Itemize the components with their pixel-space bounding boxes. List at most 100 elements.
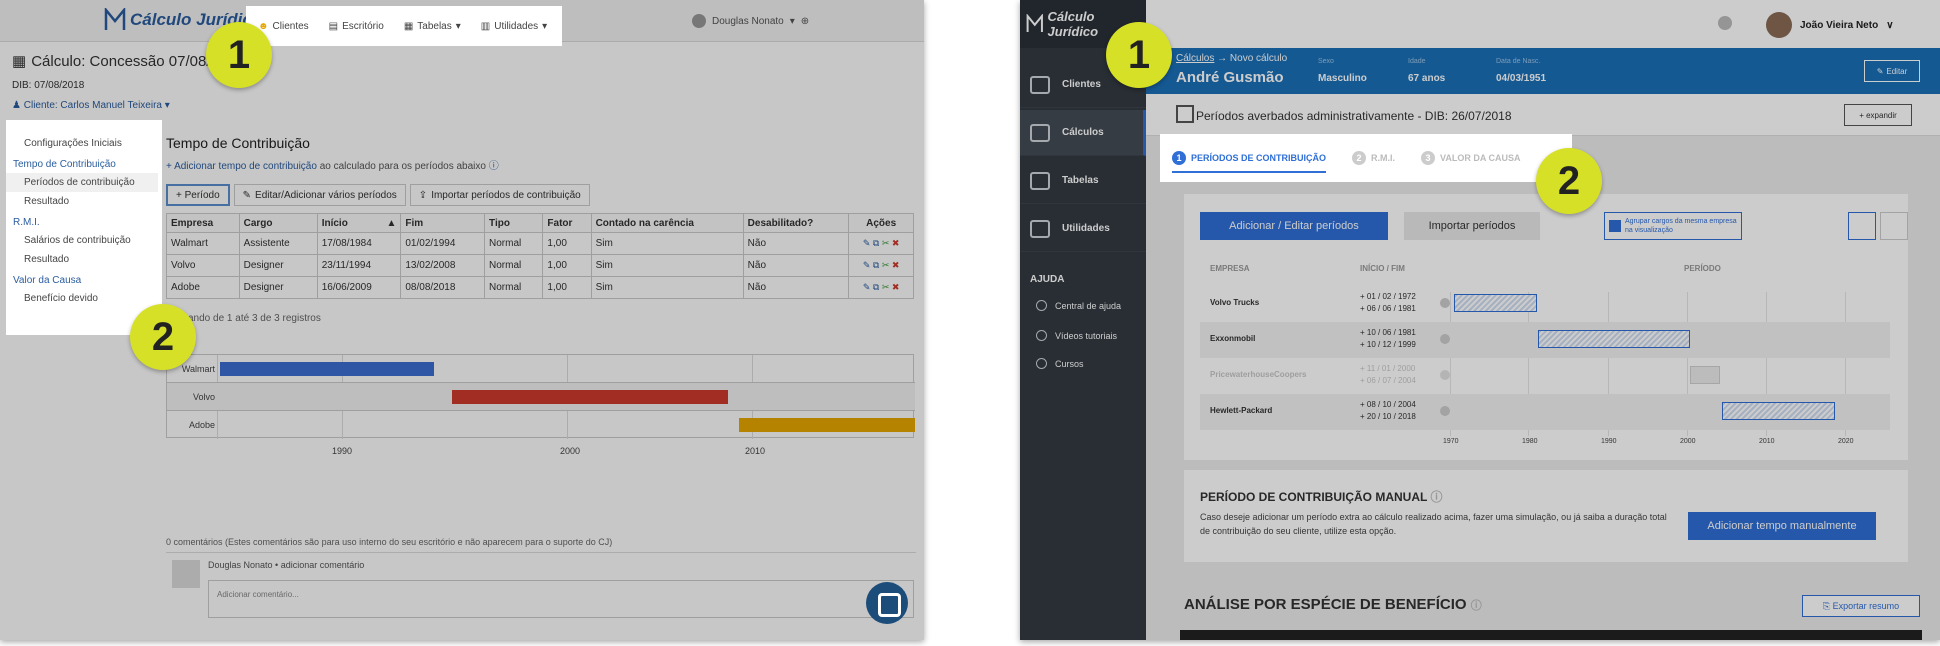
gantt-label: Adobe [188,420,215,430]
info-icon[interactable] [1440,298,1450,308]
sidebar-item-beneficio[interactable]: Benefício devido [6,289,162,308]
comment-input[interactable]: Adicionar comentário... [208,580,914,618]
delete-icon[interactable]: ✖ [892,260,900,270]
nav-item-tabelas[interactable]: ▦ Tabelas ▾ [404,21,461,32]
user-menu[interactable]: Douglas Nonato ▾ ⊕ [692,14,809,28]
split-icon[interactable]: ✂ [882,260,890,270]
start-date: + 01 / 02 / 1972 [1360,292,1416,301]
edit-periodos-button[interactable]: ✎ Editar/Adicionar vários períodos [233,184,406,206]
breadcrumb-link[interactable]: Cálculos [1176,53,1214,64]
gantt-bar [452,390,728,404]
info-icon[interactable] [1440,334,1450,344]
tab-rmi[interactable]: 2 R.M.I. [1352,151,1395,165]
export-button[interactable]: ⎘ Exportar resumo [1802,595,1920,617]
col-fator[interactable]: Fator [542,213,592,233]
chat-icon[interactable] [866,582,908,624]
gantt-bar [220,362,434,376]
period-bar [1454,294,1537,312]
table-row: Walmart Assistente 17/08/1984 01/02/1994 Nor… [166,232,914,255]
tab-periodos[interactable]: 1 PERÍODOS DE CONTRIBUIÇÃO [1172,151,1327,173]
badge-two: 2 [1536,148,1602,214]
col-carencia[interactable]: Contado na carência [590,213,744,233]
gantt-label: Volvo [192,392,215,402]
copy-icon[interactable]: ⧉ [873,238,879,248]
sidebar-heading-rmi[interactable]: R.M.I. [6,211,162,231]
user-menu[interactable]: João Vieira Neto ∨ [1766,12,1894,38]
sidebar-item-periodos[interactable]: Períodos de contribuição [6,173,158,192]
split-icon[interactable]: ✂ [882,282,890,292]
company-name: Hewlett-Packard [1210,406,1273,415]
nav-item-utilidades[interactable]: ▥ Utilidades ▾ [481,21,547,32]
tab-valor-causa[interactable]: 3 VALOR DA CAUSA [1421,151,1521,165]
sidebar-item-config[interactable]: Configurações Iniciais [6,134,162,153]
sidebar-item-resultado-rmi[interactable]: Resultado [6,250,162,269]
tab-number: 3 [1421,151,1436,165]
client-dropdown[interactable]: ♟ Cliente: Carlos Manuel Teixeira ▾ [12,100,170,111]
chart-view-button[interactable] [1848,212,1876,240]
col-desabilitado[interactable]: Desabilitado? [742,213,850,233]
client-label: Cliente: Carlos Manuel Teixeira [23,100,162,111]
copy-icon[interactable]: ⧉ [873,260,879,270]
end-date: + 06 / 07 / 2004 [1360,376,1416,385]
axis-tick: 1990 [332,446,353,456]
info-icon[interactable] [1440,370,1450,380]
col-fim[interactable]: Fim [400,213,486,233]
col-cargo[interactable]: Cargo [238,213,318,233]
edit-button[interactable]: ✎ Editar [1864,60,1920,82]
tab-label: R.M.I. [1371,153,1396,163]
sidebar-label: Utilidades [1062,223,1110,234]
edit-icon[interactable]: ✎ [863,282,871,292]
calculator-icon [1030,123,1050,142]
table-row: Volvo Designer 23/11/1994 13/02/2008 Normal 1… [166,254,914,277]
meta-value: Masculino [1318,73,1367,84]
records-count: ando de 1 até 3 de 3 registros [188,313,321,324]
add-edit-periodos-button[interactable]: Adicionar / Editar períodos [1200,212,1388,240]
target-icon[interactable]: ⊕ [801,16,809,27]
sidebar-item-salarios[interactable]: Salários de contribuição [6,231,162,250]
info-icon[interactable] [1718,16,1732,30]
sidebar-item-tabelas[interactable]: Tabelas [1020,158,1146,204]
delete-icon[interactable]: ✖ [892,282,900,292]
col-inicio[interactable]: Início ▲ [316,213,402,233]
nav-item-escritorio[interactable]: ▤ Escritório [329,21,384,32]
help-item-videos[interactable]: Vídeos tutoriais [1036,330,1117,341]
nav-item-clientes[interactable]: ☻ Clientes [258,21,309,32]
cell: 01/02/1994 [400,232,486,255]
export-icon: ⎘ [1822,600,1831,611]
add-tempo-link[interactable]: + Adicionar tempo de contribuição [166,161,317,172]
col-empresa[interactable]: Empresa [166,213,240,233]
calculator-icon [1176,105,1194,123]
sidebar-heading-valor[interactable]: Valor da Causa [6,269,162,289]
avatar [1766,12,1792,38]
help-item-cursos[interactable]: Cursos [1036,358,1084,369]
list-view-button[interactable] [1880,212,1908,240]
add-periodo-button[interactable]: + Período [166,184,230,206]
import-periodos-button[interactable]: ⇪ Importar períodos de contribuição [409,184,590,206]
sidebar-item-calculos[interactable]: Cálculos [1020,110,1146,156]
tab-number: 1 [1172,151,1186,165]
tab-label: VALOR DA CAUSA [1440,153,1521,163]
edit-icon[interactable]: ✎ [863,260,871,270]
calculator-icon: ▥ [480,20,491,32]
cell: Assistente [238,232,318,255]
chevron-down-icon: ▾ [542,20,548,32]
comment-user[interactable]: Douglas Nonato • adicionar comentário [208,560,364,570]
import-periodos-button[interactable]: Importar períodos [1404,212,1540,240]
add-manual-button[interactable]: Adicionar tempo manualmente [1688,512,1876,540]
delete-icon[interactable]: ✖ [892,238,900,248]
help-item-central[interactable]: Central de ajuda [1036,300,1121,311]
sidebar-item-utilidades[interactable]: Utilidades [1020,206,1146,252]
copy-icon[interactable]: ⧉ [873,282,879,292]
meta-label: Data de Nasc. [1496,58,1541,65]
gantt-row: Walmart [167,355,915,383]
col-tipo[interactable]: Tipo [484,213,544,233]
group-checkbox[interactable]: Agrupar cargos da mesma empresa na visua… [1604,212,1742,240]
edit-icon[interactable]: ✎ [863,238,871,248]
cell: 1,00 [542,232,592,255]
info-icon[interactable] [1440,406,1450,416]
company-dates: + 08 / 10 / 2004 + 20 / 10 / 2018 [1360,399,1416,423]
expand-button[interactable]: + expandir [1844,104,1912,126]
sidebar-heading-tempo[interactable]: Tempo de Contribuição [6,153,162,173]
split-icon[interactable]: ✂ [882,238,890,248]
sidebar-item-resultado[interactable]: Resultado [6,192,162,211]
